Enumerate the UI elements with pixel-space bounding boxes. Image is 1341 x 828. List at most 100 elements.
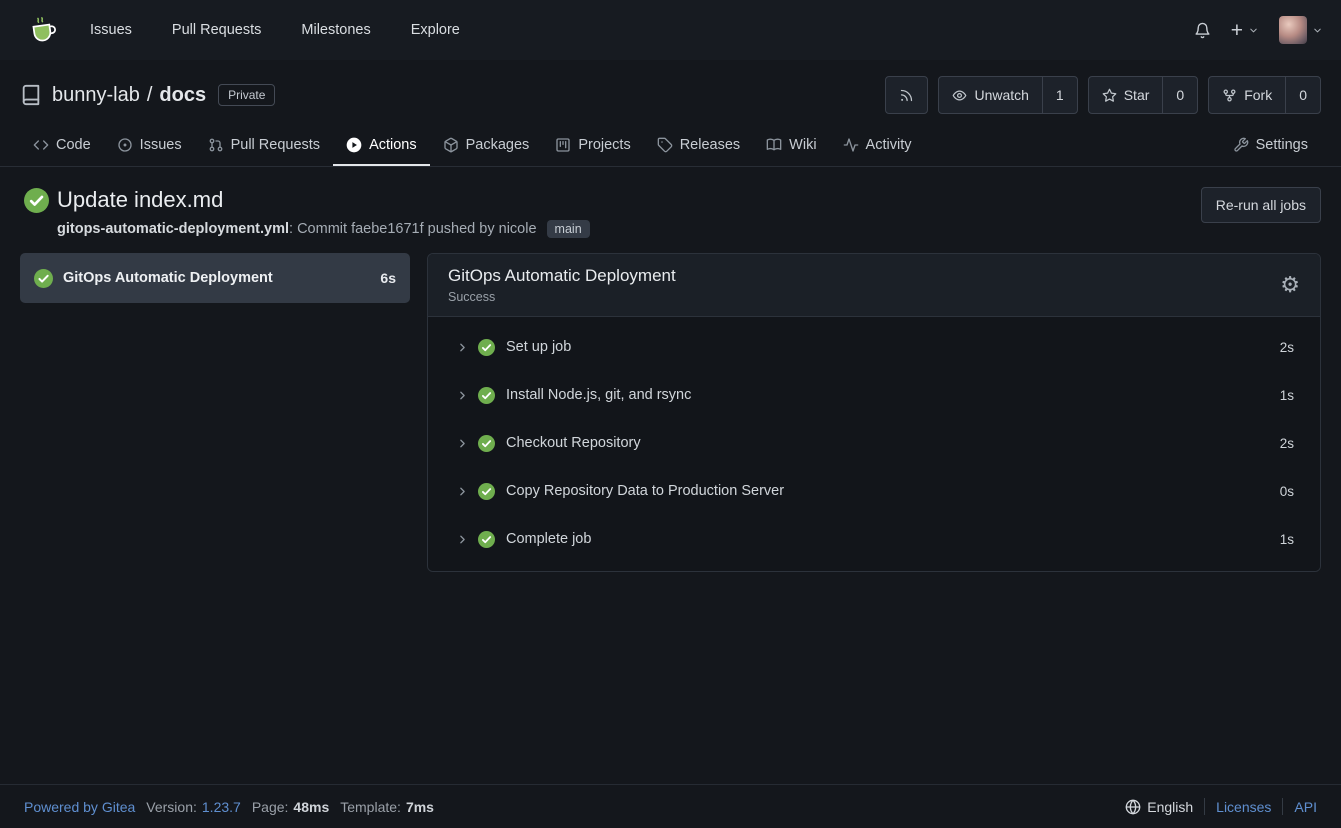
step-duration: 1s [1280, 388, 1294, 403]
tab-pull-requests[interactable]: Pull Requests [195, 126, 333, 166]
watchers-count[interactable]: 1 [1042, 77, 1077, 113]
top-navbar: Issues Pull Requests Milestones Explore … [0, 0, 1341, 60]
star-button-group: Star 0 [1088, 76, 1198, 114]
job-steps: Set up job 2s Install Node.js, git, and … [428, 317, 1320, 571]
step-row[interactable]: Install Node.js, git, and rsync 1s [428, 371, 1320, 419]
commit-sha-link[interactable]: faebe1671f [351, 221, 424, 237]
template-time-value: 7ms [406, 799, 434, 815]
job-duration: 6s [380, 270, 396, 286]
unwatch-button[interactable]: Unwatch [939, 77, 1041, 113]
private-badge: Private [218, 84, 275, 106]
success-check-icon [478, 531, 495, 548]
version-link[interactable]: 1.23.7 [202, 799, 241, 815]
repo-title-row: bunny-lab / docs Private Unwatch [20, 76, 1321, 114]
tab-releases[interactable]: Releases [644, 126, 753, 166]
rerun-all-jobs-button[interactable]: Re-run all jobs [1201, 187, 1321, 223]
rss-icon [899, 88, 914, 103]
repo-header: bunny-lab / docs Private Unwatch [0, 60, 1341, 167]
commit-author-link[interactable]: nicole [499, 221, 537, 237]
job-detail-titles: GitOps Automatic Deployment Success [448, 266, 676, 304]
step-name: Complete job [506, 531, 591, 547]
branch-badge[interactable]: main [547, 220, 590, 238]
step-duration: 1s [1280, 532, 1294, 547]
tab-activity[interactable]: Activity [830, 126, 925, 166]
step-duration: 2s [1280, 436, 1294, 451]
tab-code[interactable]: Code [20, 126, 104, 166]
gitea-logo[interactable] [28, 14, 60, 46]
star-button[interactable]: Star [1089, 77, 1163, 113]
job-status: Success [448, 290, 676, 304]
licenses-link[interactable]: Licenses [1216, 799, 1271, 815]
repo-owner-link[interactable]: bunny-lab [52, 84, 140, 107]
stars-count[interactable]: 0 [1162, 77, 1197, 113]
tab-label: Issues [140, 137, 182, 153]
tab-settings[interactable]: Settings [1220, 126, 1321, 166]
step-row[interactable]: Copy Repository Data to Production Serve… [428, 467, 1320, 515]
job-list-item[interactable]: GitOps Automatic Deployment 6s [20, 253, 410, 303]
plus-icon: + [1231, 20, 1243, 41]
step-row[interactable]: Checkout Repository 2s [428, 419, 1320, 467]
success-check-icon [478, 387, 495, 404]
gitea-cup-icon [28, 14, 60, 46]
step-name: Copy Repository Data to Production Serve… [506, 483, 784, 499]
user-menu-button[interactable] [1279, 16, 1323, 44]
tab-wiki[interactable]: Wiki [753, 126, 829, 166]
tab-packages[interactable]: Packages [430, 126, 543, 166]
repo-name-link[interactable]: docs [159, 84, 206, 107]
job-detail-header: GitOps Automatic Deployment Success ⚙ [428, 254, 1320, 317]
step-row[interactable]: Complete job 1s [428, 515, 1320, 563]
package-icon [443, 137, 459, 153]
notifications-button[interactable] [1194, 22, 1211, 39]
run-body: GitOps Automatic Deployment 6s GitOps Au… [0, 237, 1341, 572]
chevron-right-icon[interactable] [456, 341, 469, 354]
page-time-value: 48ms [293, 799, 329, 815]
tab-actions[interactable]: Actions [333, 126, 430, 166]
job-name: GitOps Automatic Deployment [63, 270, 273, 286]
chevron-right-icon[interactable] [456, 389, 469, 402]
navbar-right: + [1194, 16, 1323, 44]
gear-icon[interactable]: ⚙ [1280, 274, 1300, 296]
step-duration: 0s [1280, 484, 1294, 499]
tab-label: Settings [1256, 137, 1308, 153]
page-footer: Powered by Gitea Version: 1.23.7 Page: 4… [0, 784, 1341, 828]
chevron-right-icon[interactable] [456, 437, 469, 450]
user-avatar [1279, 16, 1307, 44]
git-fork-icon [1222, 88, 1237, 103]
tab-label: Actions [369, 137, 417, 153]
nav-item-milestones[interactable]: Milestones [281, 0, 390, 60]
footer-left: Powered by Gitea Version: 1.23.7 Page: 4… [24, 799, 434, 815]
tab-issues[interactable]: Issues [104, 126, 195, 166]
language-selector[interactable]: English [1125, 799, 1193, 815]
nav-item-issues[interactable]: Issues [70, 0, 152, 60]
nav-item-pull-requests[interactable]: Pull Requests [152, 0, 281, 60]
fork-button[interactable]: Fork [1209, 77, 1285, 113]
globe-icon [1125, 799, 1141, 815]
chevron-right-icon[interactable] [456, 485, 469, 498]
step-name: Install Node.js, git, and rsync [506, 387, 691, 403]
pull-request-icon [208, 137, 224, 153]
run-header-left: Update index.md gitops-automatic-deploym… [24, 187, 1201, 237]
create-new-button[interactable]: + [1231, 20, 1259, 41]
commit-prefix: : Commit [289, 221, 351, 237]
step-name: Set up job [506, 339, 571, 355]
book-icon [766, 137, 782, 153]
powered-by-gitea-link[interactable]: Powered by Gitea [24, 799, 135, 815]
star-label: Star [1124, 87, 1150, 103]
tab-label: Projects [578, 137, 630, 153]
step-row[interactable]: Set up job 2s [428, 323, 1320, 371]
nav-item-explore[interactable]: Explore [391, 0, 480, 60]
activity-pulse-icon [843, 137, 859, 153]
tab-label: Code [56, 137, 91, 153]
forks-count[interactable]: 0 [1285, 77, 1320, 113]
tab-projects[interactable]: Projects [542, 126, 643, 166]
api-link[interactable]: API [1294, 799, 1317, 815]
repo-tabs: Code Issues Pull Requests Actions [20, 126, 1321, 166]
step-name: Checkout Repository [506, 435, 641, 451]
job-detail-panel: GitOps Automatic Deployment Success ⚙ Se… [427, 253, 1321, 572]
rss-button[interactable] [886, 77, 927, 113]
workflow-file-link[interactable]: gitops-automatic-deployment.yml [57, 221, 289, 237]
chevron-right-icon[interactable] [456, 533, 469, 546]
unwatch-label: Unwatch [974, 87, 1028, 103]
chevron-down-icon [1248, 25, 1259, 36]
repo-title: bunny-lab / docs [52, 84, 206, 107]
